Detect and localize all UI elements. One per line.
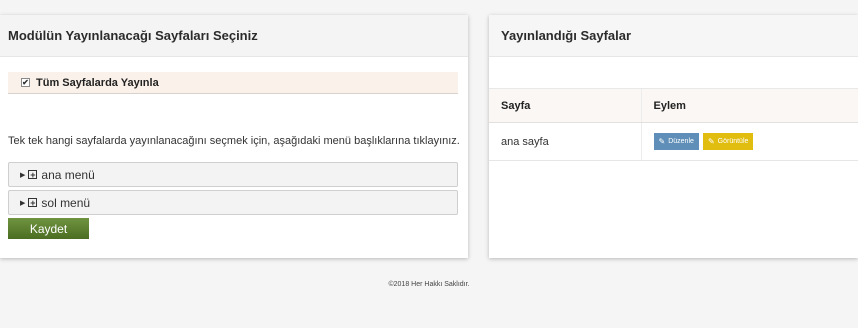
panel-title: Modülün Yayınlanacağı Sayfaları Seçiniz — [0, 15, 468, 57]
checkbox-checked-icon[interactable]: ✔ — [21, 78, 30, 87]
action-cell: ✎ Düzenle ✎ Görüntüle — [640, 122, 858, 161]
menu-item-sol-menu[interactable]: ▶ + sol menü — [8, 190, 458, 215]
column-header-page: Sayfa — [489, 88, 641, 123]
edit-button-label: Düzenle — [668, 138, 694, 145]
publish-all-pages-option[interactable]: ✔ Tüm Sayfalarda Yayınla — [8, 72, 458, 94]
menu-label: ana menü — [41, 167, 95, 182]
top-bar — [0, 0, 858, 14]
publish-all-pages-label: Tüm Sayfalarda Yayınla — [36, 76, 159, 89]
triangle-right-icon: ▶ — [20, 199, 26, 207]
view-button-label: Görüntüle — [717, 138, 749, 145]
page-name-cell: ana sayfa — [489, 122, 641, 161]
column-header-action: Eylem — [640, 88, 858, 123]
view-button[interactable]: ✎ Görüntüle — [702, 133, 754, 150]
edit-icon: ✎ — [658, 137, 666, 146]
edit-button[interactable]: ✎ Düzenle — [653, 133, 699, 150]
triangle-right-icon: ▶ — [20, 171, 26, 179]
plus-square-icon: + — [28, 197, 38, 208]
plus-square-icon: + — [28, 169, 38, 180]
edit-icon: ✎ — [707, 137, 715, 146]
save-button[interactable]: Kaydet — [8, 218, 89, 239]
module-pages-panel: Modülün Yayınlanacağı Sayfaları Seçiniz … — [0, 15, 468, 258]
menu-item-ana-menu[interactable]: ▶ + ana menü — [8, 162, 458, 187]
published-pages-panel: Yayınlandığı Sayfalar Sayfa Eylem ana sa… — [489, 15, 858, 258]
instruction-text: Tek tek hangi sayfalarda yayınlanacağını… — [8, 135, 460, 147]
menu-label: sol menü — [41, 195, 91, 210]
published-pages-table: Sayfa Eylem ana sayfa ✎ Düzenle ✎ Görünt… — [489, 88, 858, 161]
panel-title: Yayınlandığı Sayfalar — [489, 15, 858, 57]
table-row: ana sayfa ✎ Düzenle ✎ Görüntüle — [489, 122, 858, 161]
footer-copyright: ©2018 Her Hakkı Saklıdır. — [388, 281, 470, 288]
table-header-row: Sayfa Eylem — [489, 88, 858, 123]
